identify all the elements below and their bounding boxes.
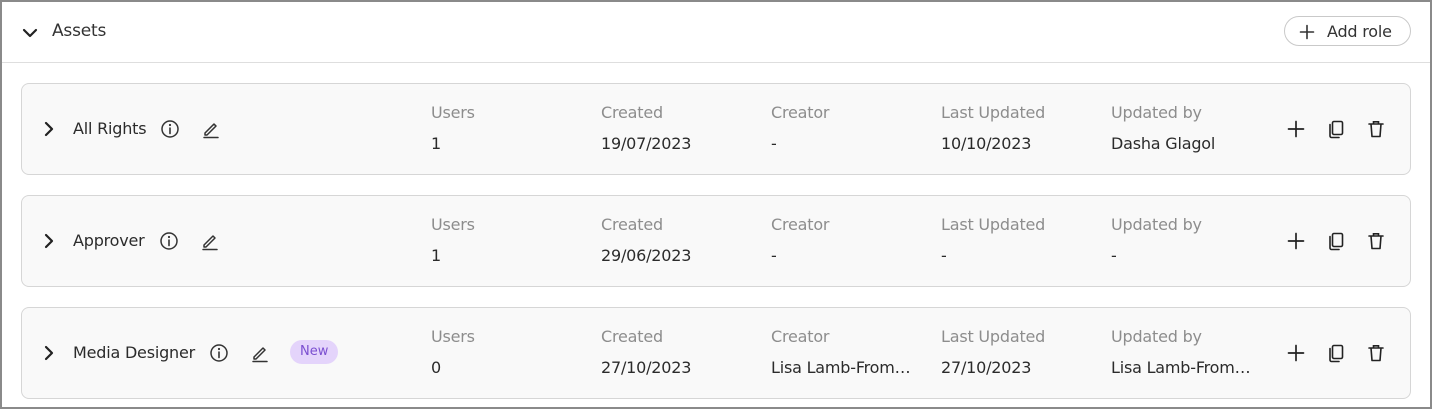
users-column: Users 0 [431, 327, 591, 377]
creator-label: Creator [771, 215, 830, 234]
chevron-right-icon[interactable] [40, 232, 58, 250]
updated-by-label: Updated by [1111, 215, 1202, 234]
info-icon[interactable] [160, 119, 180, 139]
updated-by-value: - [1111, 246, 1117, 265]
users-column: Users 1 [431, 215, 591, 265]
updated-by-column: Updated by - [1111, 215, 1271, 265]
created-value: 27/10/2023 [601, 358, 692, 377]
creator-column: Creator Lisa Lamb-Fromp... [771, 327, 931, 377]
new-badge: New [290, 340, 339, 364]
last-updated-column: Last Updated - [941, 215, 1101, 265]
creator-label: Creator [771, 327, 830, 346]
assets-panel: Assets Add role All Rights Users 1 Creat… [0, 0, 1432, 409]
role-card-media-designer: Media Designer New Users 0 Created 27/10… [21, 307, 1411, 399]
last-updated-label: Last Updated [941, 327, 1046, 346]
users-column: Users 1 [431, 103, 591, 153]
section-title: Assets [52, 21, 107, 41]
users-label: Users [431, 327, 475, 346]
plus-icon[interactable] [1285, 230, 1307, 252]
last-updated-value: 10/10/2023 [941, 134, 1032, 153]
created-value: 19/07/2023 [601, 134, 692, 153]
pencil-icon[interactable] [250, 343, 270, 363]
last-updated-value: - [941, 246, 947, 265]
last-updated-column: Last Updated 10/10/2023 [941, 103, 1101, 153]
creator-value: - [771, 246, 777, 265]
updated-by-label: Updated by [1111, 327, 1202, 346]
last-updated-label: Last Updated [941, 215, 1046, 234]
role-card-all-rights: All Rights Users 1 Created 19/07/2023 Cr… [21, 83, 1411, 175]
updated-by-value: Lisa Lamb-Fromp... [1111, 358, 1259, 377]
creator-column: Creator - [771, 215, 931, 265]
last-updated-value: 27/10/2023 [941, 358, 1032, 377]
users-value: 1 [431, 134, 441, 153]
creator-value: Lisa Lamb-Fromp... [771, 358, 919, 377]
updated-by-value: Dasha Glagol [1111, 134, 1216, 153]
copy-icon[interactable] [1325, 342, 1347, 364]
trash-icon[interactable] [1365, 230, 1387, 252]
creator-column: Creator - [771, 103, 931, 153]
chevron-right-icon[interactable] [40, 344, 58, 362]
add-role-label: Add role [1327, 22, 1392, 41]
created-column: Created 19/07/2023 [601, 103, 761, 153]
add-role-button[interactable]: Add role [1284, 16, 1411, 46]
users-value: 0 [431, 358, 441, 377]
section-header: Assets Add role [2, 2, 1430, 63]
created-label: Created [601, 327, 663, 346]
plus-icon[interactable] [1285, 342, 1307, 364]
updated-by-column: Updated by Dasha Glagol [1111, 103, 1271, 153]
pencil-icon[interactable] [201, 119, 221, 139]
role-name: Approver [73, 231, 145, 250]
role-name: All Rights [73, 119, 147, 138]
copy-icon[interactable] [1325, 118, 1347, 140]
copy-icon[interactable] [1325, 230, 1347, 252]
info-icon[interactable] [209, 343, 229, 363]
last-updated-column: Last Updated 27/10/2023 [941, 327, 1101, 377]
last-updated-label: Last Updated [941, 103, 1046, 122]
creator-label: Creator [771, 103, 830, 122]
info-icon[interactable] [159, 231, 179, 251]
created-label: Created [601, 103, 663, 122]
created-column: Created 27/10/2023 [601, 327, 761, 377]
trash-icon[interactable] [1365, 342, 1387, 364]
trash-icon[interactable] [1365, 118, 1387, 140]
creator-value: - [771, 134, 777, 153]
created-column: Created 29/06/2023 [601, 215, 761, 265]
users-label: Users [431, 215, 475, 234]
users-value: 1 [431, 246, 441, 265]
updated-by-label: Updated by [1111, 103, 1202, 122]
plus-icon [1299, 24, 1315, 40]
role-card-approver: Approver Users 1 Created 29/06/2023 Crea… [21, 195, 1411, 287]
chevron-down-icon[interactable] [20, 23, 40, 43]
created-label: Created [601, 215, 663, 234]
created-value: 29/06/2023 [601, 246, 692, 265]
chevron-right-icon[interactable] [40, 120, 58, 138]
plus-icon[interactable] [1285, 118, 1307, 140]
role-name: Media Designer [73, 343, 196, 362]
updated-by-column: Updated by Lisa Lamb-Fromp... [1111, 327, 1271, 377]
users-label: Users [431, 103, 475, 122]
pencil-icon[interactable] [200, 231, 220, 251]
